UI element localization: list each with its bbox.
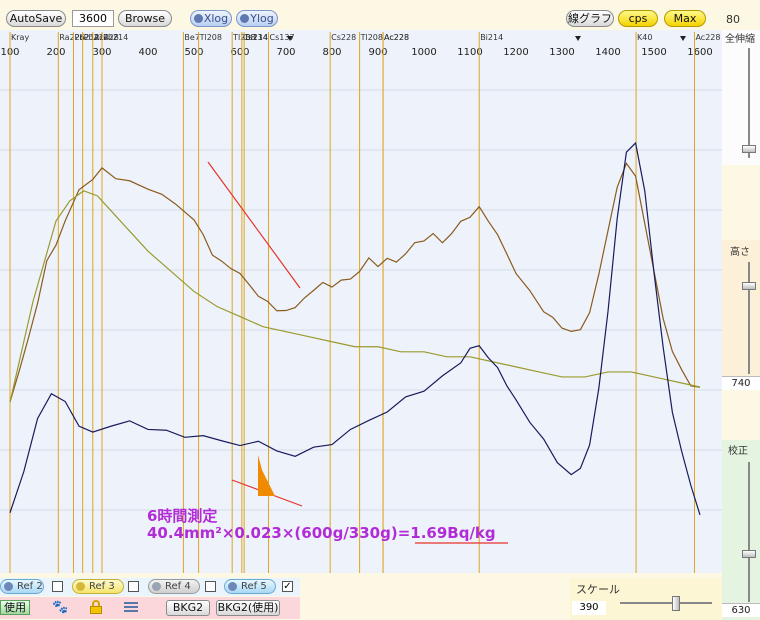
nuclide-label: Ac228 [384, 33, 409, 42]
nuclide-label: K40 [637, 33, 652, 42]
nuclide-label: Cs228 [331, 33, 356, 42]
scale-slider-thumb[interactable] [672, 596, 680, 611]
nuclide-label: Pb214 [103, 33, 128, 42]
toolbar: AutoSave 3600 Browse Xlog Ylog 線グラフ cps … [0, 0, 760, 30]
calib-value: 630 [722, 603, 760, 617]
calib-label: 校正 [728, 446, 748, 457]
autosave-button[interactable]: AutoSave [6, 10, 66, 27]
bkg2-use-button[interactable]: BKG2(使用) [216, 600, 280, 616]
ref5-button[interactable]: Ref 5 [224, 579, 276, 594]
scale-slider[interactable] [620, 594, 712, 614]
right-panel: 全伸縮 高さ 740 校正 630 [722, 30, 760, 620]
marker-triangle [680, 36, 686, 41]
ref5-icon [228, 582, 237, 591]
x-tick-label: 1300 [549, 47, 574, 58]
nuclide-label: Ac228 [695, 33, 720, 42]
x-tick-label: 800 [322, 47, 341, 58]
height-section: 高さ 740 [722, 240, 760, 390]
annotation-formula: 40.4mm²×0.023×(600g/330g)=1.69Bq/kg [147, 524, 496, 542]
ref2-checkbox[interactable] [52, 581, 63, 592]
zoom-slider[interactable] [742, 48, 756, 158]
ref4-button[interactable]: Ref 4 [148, 579, 200, 594]
x-tick-label: 200 [46, 47, 65, 58]
ref4-checkbox[interactable] [205, 581, 216, 592]
peak-area [258, 455, 275, 496]
scale-label: スケール [576, 583, 620, 596]
x-tick-label: 1600 [687, 47, 712, 58]
ref2-icon [4, 582, 13, 591]
x-tick-label: 500 [184, 47, 203, 58]
lock-icon[interactable] [90, 600, 102, 614]
ref5-label: Ref 5 [241, 581, 267, 592]
ref2-label: Ref 2 [17, 581, 43, 592]
x-tick-label: 700 [276, 47, 295, 58]
ref2-button[interactable]: Ref 2 [0, 579, 44, 594]
ref3-label: Ref 3 [89, 581, 115, 592]
use-button[interactable]: 使用 [0, 600, 30, 615]
series-line [9, 190, 701, 403]
measure-time-field[interactable]: 3600 [72, 10, 114, 27]
xlog-icon [194, 14, 203, 23]
xlog-toggle[interactable]: Xlog [190, 10, 232, 27]
nuclide-label: Tl208 [360, 33, 383, 42]
height-slider-thumb[interactable] [742, 282, 756, 290]
spectrum-plot: 100 200 300 400 500 600 700 800 900 1000 1100 1200 1… [0, 32, 722, 573]
series-line [9, 141, 701, 516]
line-graph-button[interactable]: 線グラフ [566, 10, 614, 27]
x-tick-label: 1500 [641, 47, 666, 58]
ref3-icon [76, 582, 85, 591]
calib-section: 校正 630 [722, 440, 760, 620]
nuclide-label: Bi214 [480, 33, 503, 42]
list-icon[interactable] [124, 600, 138, 614]
x-tick-label: 600 [230, 47, 249, 58]
height-label: 高さ [730, 247, 750, 258]
nuclide-label: Be7 [184, 33, 200, 42]
scale-value: 390 [572, 601, 606, 615]
height-value: 740 [722, 376, 760, 390]
nuclide-label: Tl208 [199, 33, 222, 42]
height-slider[interactable] [742, 262, 756, 374]
zoom-all-label: 全伸縮 [725, 34, 755, 45]
ref3-button[interactable]: Ref 3 [72, 579, 124, 594]
series-line [9, 162, 701, 403]
ylog-toggle[interactable]: Ylog [236, 10, 278, 27]
baseline-upper [207, 161, 301, 289]
annotation-title: 6時間測定 [147, 507, 218, 525]
scale-panel: スケール 390 [570, 578, 722, 620]
ref5-checkbox[interactable]: ✓ [282, 581, 293, 592]
nuclide-label: Kray [11, 33, 29, 42]
browse-button[interactable]: Browse [118, 10, 172, 27]
paw-icon[interactable]: 🐾 [52, 600, 68, 615]
x-tick-label: 1200 [503, 47, 528, 58]
ref4-label: Ref 4 [165, 581, 191, 592]
ylog-icon [240, 14, 249, 23]
ref4-icon [152, 582, 161, 591]
zoom-section: 全伸縮 [722, 30, 760, 165]
bkg2-button[interactable]: BKG2 [166, 600, 210, 616]
max-button[interactable]: Max [664, 10, 706, 27]
ref3-checkbox[interactable] [128, 581, 139, 592]
x-tick-label: 1000 [411, 47, 436, 58]
nuclide-label: Cs134 [243, 33, 268, 42]
x-tick-label: 400 [138, 47, 157, 58]
x-tick-label: 900 [368, 47, 387, 58]
marker-triangle [575, 36, 581, 41]
x-tick-label: 1400 [595, 47, 620, 58]
cps-button[interactable]: cps [618, 10, 658, 27]
bottom-bar: Ref 2 Ref 3 Ref 4 Ref 5 ✓ 使用 🐾 BKG2 BKG2… [0, 573, 722, 620]
spectrum-chart[interactable]: 100 200 300 400 500 600 700 800 900 1000 1100 1200 1… [0, 30, 722, 573]
zoom-slider-thumb[interactable] [742, 145, 756, 153]
max-value: 80 [726, 13, 740, 26]
calib-slider[interactable] [742, 462, 756, 602]
calib-slider-thumb[interactable] [742, 550, 756, 558]
